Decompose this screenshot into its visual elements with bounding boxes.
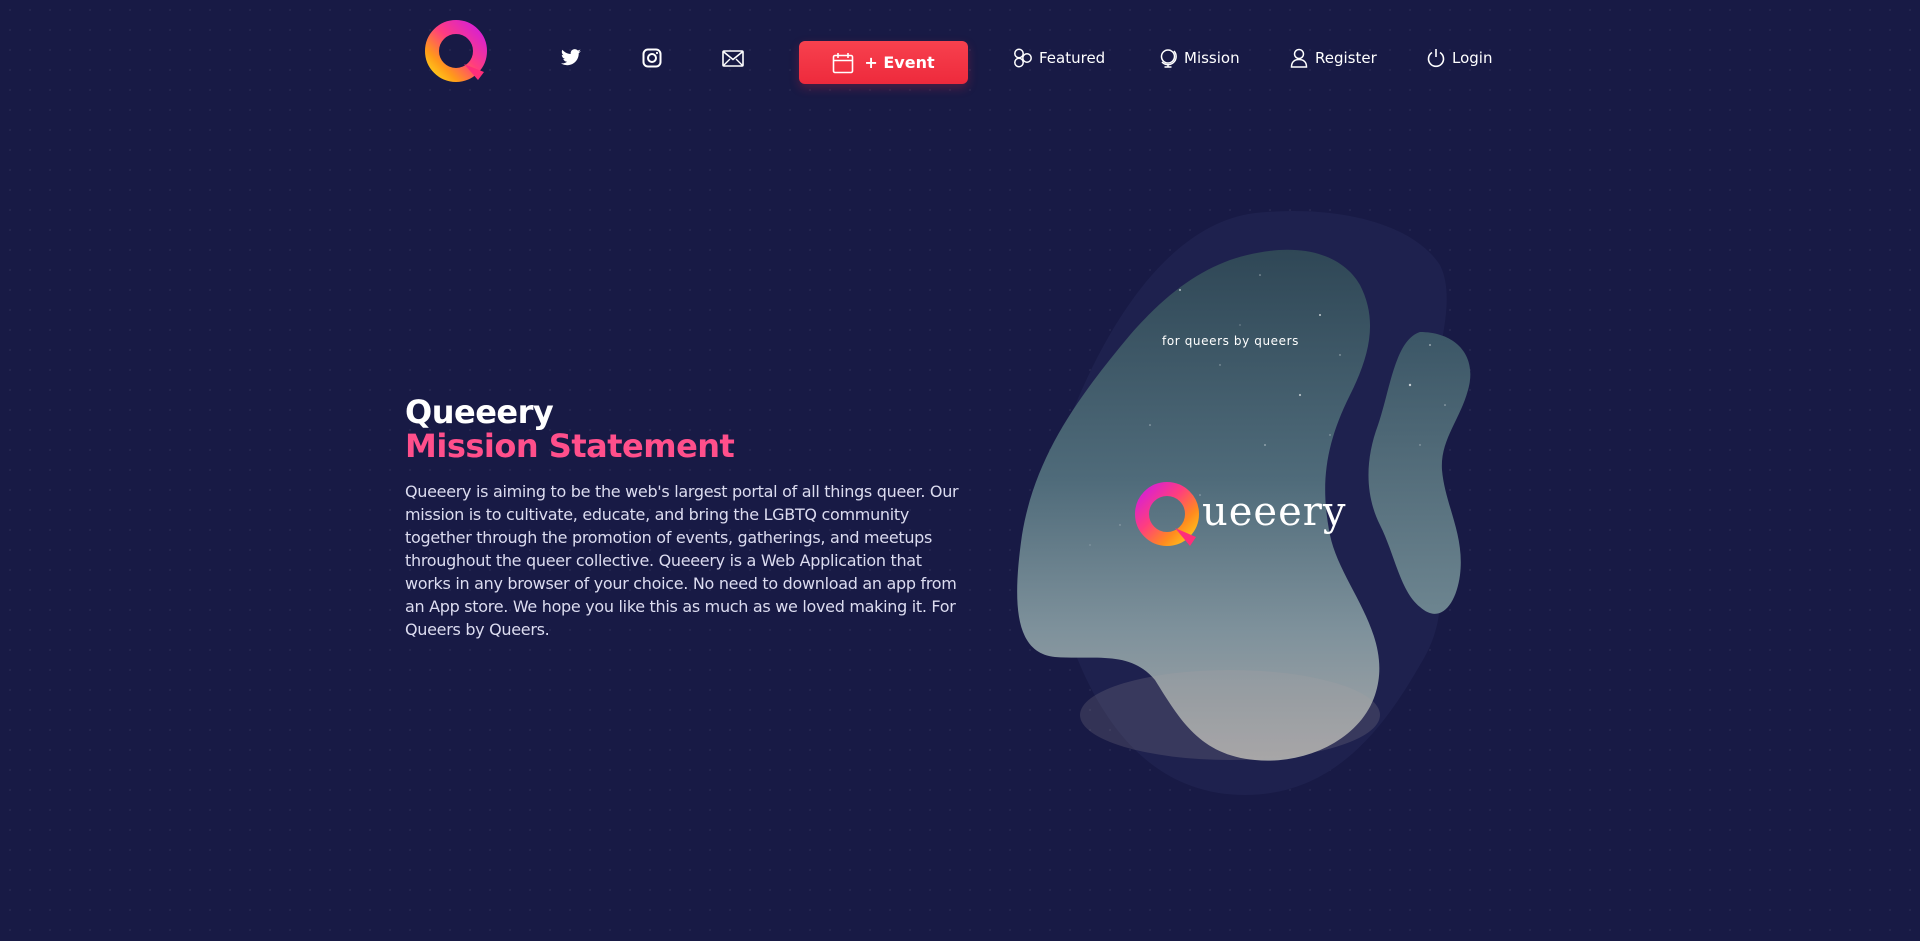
q-logo-icon: [425, 20, 487, 82]
hero-tagline: for queers by queers: [1162, 334, 1300, 348]
nav-register-label: Register: [1315, 49, 1377, 67]
calendar-icon: [833, 52, 854, 73]
nav-register[interactable]: Register: [1289, 48, 1377, 68]
nav-featured[interactable]: Featured: [1013, 48, 1105, 68]
mission-title-statement: Mission Statement: [405, 427, 735, 465]
instagram-link[interactable]: [639, 46, 665, 70]
nav-mission-label: Mission: [1184, 49, 1240, 67]
mission-title-brand: Queeery: [405, 393, 554, 431]
nav-login-label: Login: [1452, 49, 1493, 67]
twitter-link[interactable]: [558, 46, 584, 70]
mail-icon: [722, 49, 744, 67]
nav-login[interactable]: Login: [1426, 48, 1492, 68]
featured-circles-icon: [1014, 48, 1032, 68]
add-event-button[interactable]: + Event: [799, 41, 968, 84]
hero-wordmark: ueeery: [1202, 489, 1347, 535]
mission-body: Queeery is aiming to be the web's larges…: [405, 482, 959, 639]
email-link[interactable]: [720, 46, 746, 70]
mission-section: Queeery Mission Statement Queeery is aim…: [405, 395, 965, 641]
q-logo-icon: [1135, 482, 1199, 546]
nav-featured-label: Featured: [1039, 49, 1106, 67]
queeery-logo[interactable]: [424, 18, 492, 90]
globe-icon: [1160, 49, 1177, 68]
hero-q-logo: [1133, 480, 1205, 554]
add-event-label: + Event: [864, 53, 935, 72]
power-icon: [1427, 49, 1445, 68]
mission-heading: Queeery Mission Statement: [405, 395, 965, 463]
instagram-icon: [642, 48, 662, 68]
nav-mission[interactable]: Mission: [1158, 48, 1240, 68]
top-navigation: + Event Featured Mission Register Login: [0, 0, 1920, 120]
user-icon: [1290, 48, 1308, 68]
twitter-icon: [561, 49, 581, 66]
